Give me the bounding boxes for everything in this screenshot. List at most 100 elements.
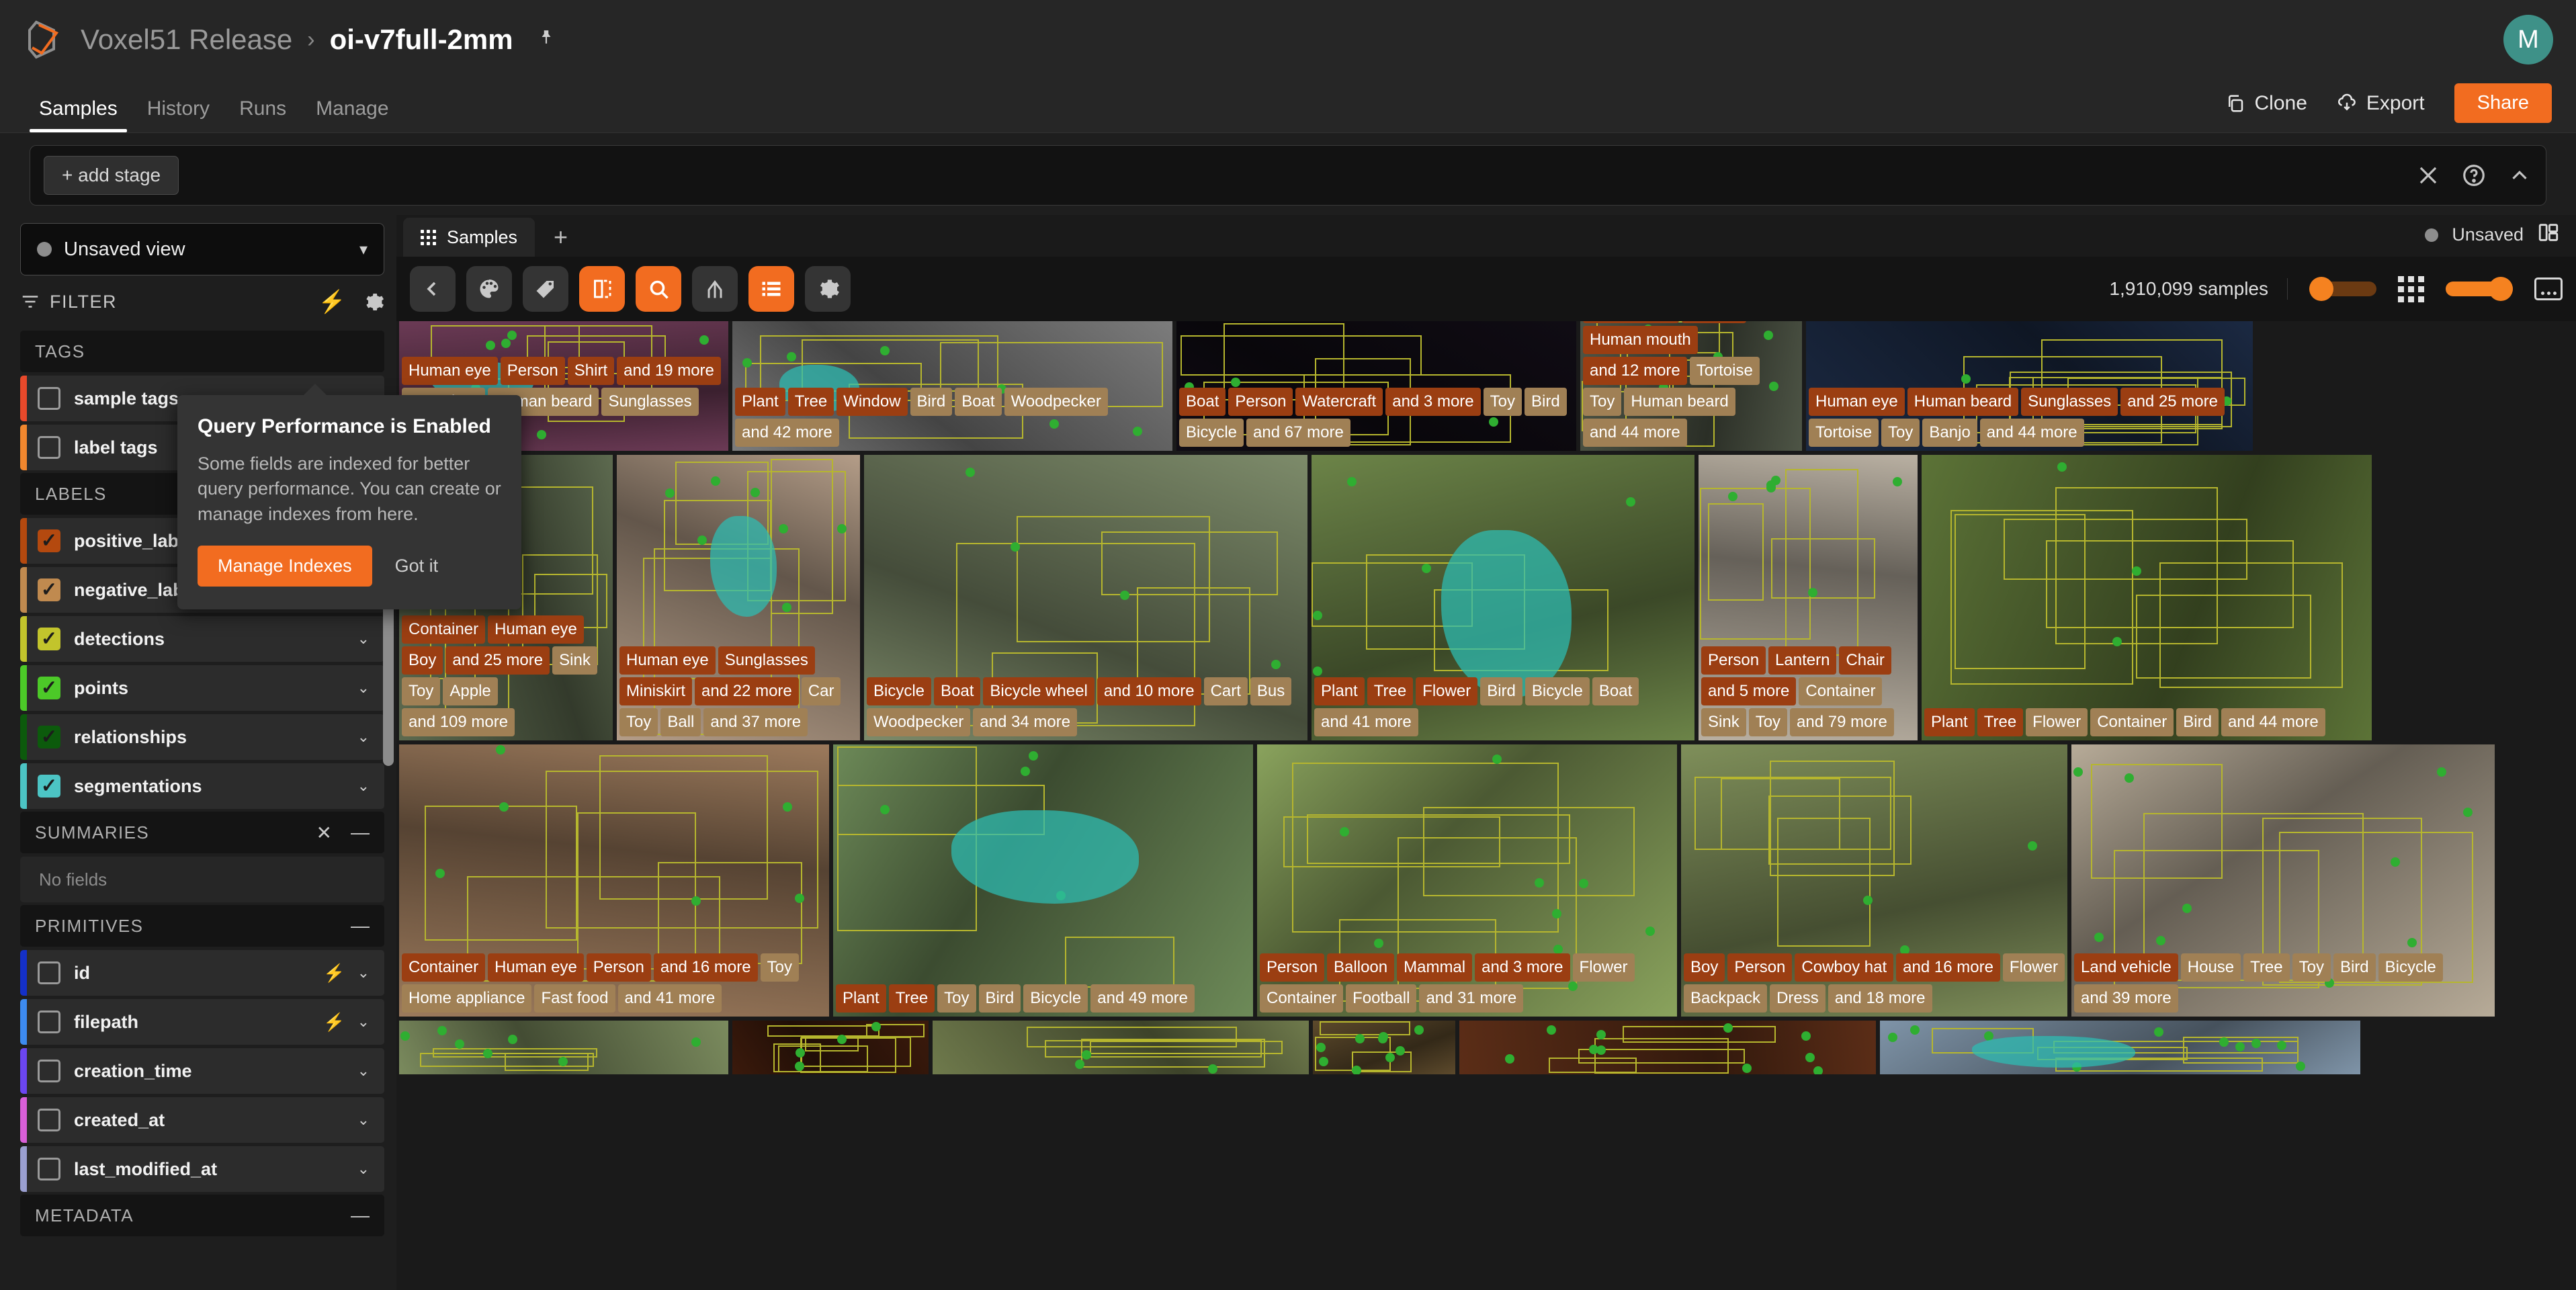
positive-label-tag[interactable]: Window bbox=[836, 388, 908, 416]
keypoint[interactable] bbox=[1578, 879, 1588, 889]
negative-label-tag[interactable]: Tree bbox=[2243, 953, 2290, 982]
detection-bbox[interactable] bbox=[1776, 817, 1871, 947]
tab-samples[interactable]: Samples bbox=[24, 97, 132, 132]
keypoint[interactable] bbox=[1801, 1031, 1811, 1041]
field-checkbox[interactable] bbox=[38, 436, 60, 459]
detection-bbox[interactable] bbox=[800, 1037, 896, 1074]
field-checkbox[interactable] bbox=[38, 1109, 60, 1131]
negative-label-tag[interactable]: Bus bbox=[1250, 677, 1292, 705]
detection-bbox[interactable] bbox=[2136, 595, 2311, 679]
sample-card[interactable]: Plant Tree Flower Container Bird and 44 more bbox=[1922, 455, 2372, 740]
negative-label-tag[interactable]: and 41 more bbox=[617, 984, 722, 1013]
chevron-down-icon[interactable]: ⌄ bbox=[357, 1013, 370, 1031]
keypoint[interactable] bbox=[1805, 1052, 1815, 1062]
positive-label-tag[interactable]: Person bbox=[1701, 646, 1766, 675]
negative-label-tag[interactable]: and 41 more bbox=[1314, 708, 1418, 736]
positive-label-tag[interactable]: Human eye bbox=[1809, 388, 1905, 416]
negative-label-tag[interactable]: Bicycle bbox=[2378, 953, 2443, 982]
sidebar-scrollbar[interactable] bbox=[383, 591, 394, 766]
chevron-down-icon[interactable]: ⌄ bbox=[357, 728, 370, 746]
sample-card[interactable]: Person Lantern Chair and 5 more Container Sin… bbox=[1699, 455, 1918, 740]
keypoint[interactable] bbox=[1312, 610, 1322, 620]
positive-label-tag[interactable]: Person bbox=[1727, 953, 1793, 982]
chevron-down-icon[interactable]: ⌄ bbox=[357, 964, 370, 982]
gear-icon[interactable] bbox=[362, 291, 384, 313]
keypoint[interactable] bbox=[2155, 936, 2165, 946]
section-header-summaries[interactable]: SUMMARIES ✕ — bbox=[20, 812, 384, 853]
keypoint[interactable] bbox=[1385, 1052, 1396, 1062]
settings-button[interactable] bbox=[805, 266, 851, 312]
group-button[interactable] bbox=[692, 266, 738, 312]
keypoint[interactable] bbox=[1723, 1023, 1733, 1033]
tag-button[interactable] bbox=[523, 266, 568, 312]
sample-card[interactable] bbox=[1459, 1021, 1876, 1074]
sample-card[interactable]: Boat Person Watercraft and 3 more Toy Bird Bic… bbox=[1176, 321, 1576, 451]
tab-history[interactable]: History bbox=[132, 97, 224, 132]
positive-label-tag[interactable]: Shirt bbox=[567, 357, 615, 385]
keypoint[interactable] bbox=[2131, 566, 2141, 576]
positive-label-tag[interactable]: Human eye bbox=[402, 357, 498, 385]
negative-label-tag[interactable]: Car bbox=[801, 677, 841, 705]
sample-card[interactable]: Boy Person Cowboy hat and 16 more Flower Back… bbox=[1681, 744, 2067, 1017]
negative-label-tag[interactable]: Ball bbox=[660, 708, 701, 736]
sample-card[interactable]: Bicycle Boat Bicycle wheel and 10 more Cart B… bbox=[864, 455, 1307, 740]
keypoint[interactable] bbox=[454, 1039, 464, 1049]
collapse-icon[interactable]: — bbox=[351, 822, 370, 843]
positive-label-tag[interactable]: Container bbox=[402, 615, 486, 644]
field-checkbox[interactable] bbox=[38, 775, 60, 798]
section-header-metadata[interactable]: METADATA — bbox=[20, 1195, 384, 1236]
sample-card[interactable]: Plant Tree Window Bird Boat Woodpecker and 42 … bbox=[732, 321, 1172, 451]
negative-label-tag[interactable]: Toy bbox=[2292, 953, 2331, 982]
negative-label-tag[interactable]: and 49 more bbox=[1090, 984, 1195, 1013]
panel-layout-icon[interactable] bbox=[2537, 221, 2560, 249]
positive-label-tag[interactable]: Bicycle wheel bbox=[983, 677, 1094, 705]
keypoint[interactable] bbox=[880, 345, 890, 355]
negative-label-tag[interactable]: Sunglasses bbox=[601, 388, 699, 416]
sample-card[interactable] bbox=[933, 1021, 1309, 1074]
negative-label-tag[interactable]: Banjo bbox=[1922, 419, 1977, 447]
chevron-down-icon[interactable]: ⌄ bbox=[357, 679, 370, 697]
negative-label-tag[interactable]: Bird bbox=[1524, 388, 1567, 416]
positive-label-tag[interactable]: and 16 more bbox=[1896, 953, 2000, 982]
positive-label-tag[interactable]: Person bbox=[1260, 953, 1325, 982]
negative-label-tag[interactable]: Cart bbox=[1203, 677, 1248, 705]
keypoint[interactable] bbox=[2182, 903, 2192, 913]
positive-label-tag[interactable]: Plant bbox=[1314, 677, 1365, 705]
field-checkbox[interactable] bbox=[38, 1158, 60, 1180]
export-button[interactable]: Export bbox=[2337, 92, 2425, 115]
keypoint[interactable] bbox=[782, 802, 792, 812]
tab-runs[interactable]: Runs bbox=[224, 97, 301, 132]
negative-label-tag[interactable]: Boat bbox=[955, 388, 1002, 416]
positive-label-tag[interactable]: Lantern bbox=[1768, 646, 1837, 675]
detection-bbox[interactable] bbox=[767, 1025, 880, 1037]
sample-card[interactable] bbox=[732, 1021, 929, 1074]
negative-label-tag[interactable]: Bird bbox=[978, 984, 1021, 1013]
grid-density-icon[interactable] bbox=[2398, 275, 2424, 302]
detection-bbox[interactable] bbox=[1707, 503, 1764, 601]
keypoint[interactable] bbox=[871, 1021, 882, 1031]
field-checkbox[interactable] bbox=[38, 726, 60, 748]
breadcrumb-dataset[interactable]: oi-v7full-2mm bbox=[330, 24, 513, 56]
positive-label-tag[interactable]: Cowboy hat bbox=[1795, 953, 1894, 982]
keypoint[interactable] bbox=[1082, 1049, 1092, 1060]
field-checkbox[interactable] bbox=[38, 578, 60, 601]
negative-label-tag[interactable]: Toy bbox=[402, 677, 441, 705]
positive-label-tag[interactable]: and 25 more bbox=[2120, 388, 2225, 416]
positive-label-tag[interactable]: Person bbox=[1681, 321, 1746, 323]
positive-label-tag[interactable]: Miniskirt bbox=[619, 677, 692, 705]
keypoint[interactable] bbox=[691, 896, 701, 906]
positive-label-tag[interactable]: Sunglasses bbox=[2021, 388, 2118, 416]
keypoint[interactable] bbox=[795, 1061, 805, 1071]
detection-bbox[interactable] bbox=[424, 806, 578, 941]
negative-label-tag[interactable]: Human beard bbox=[1624, 388, 1735, 416]
negative-label-tag[interactable]: Container bbox=[1260, 984, 1344, 1013]
keypoint[interactable] bbox=[1312, 666, 1322, 676]
field-checkbox[interactable] bbox=[38, 529, 60, 552]
positive-label-tag[interactable]: and 3 more bbox=[1385, 388, 1481, 416]
positive-label-tag[interactable]: Watercraft bbox=[1295, 388, 1383, 416]
field-row-detections[interactable]: detections ⌄ bbox=[20, 616, 384, 662]
negative-label-tag[interactable]: Tortoise bbox=[1689, 357, 1760, 385]
tab-manage[interactable]: Manage bbox=[301, 97, 403, 132]
field-row-segmentations[interactable]: segmentations ⌄ bbox=[20, 763, 384, 809]
chevron-down-icon[interactable]: ⌄ bbox=[357, 1160, 370, 1178]
